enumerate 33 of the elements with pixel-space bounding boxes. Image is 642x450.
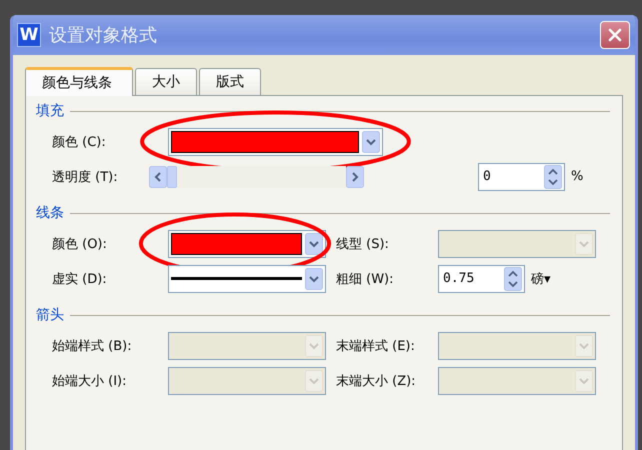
window-title: 设置对象格式: [49, 24, 158, 47]
left-arrow-button[interactable]: [148, 166, 167, 188]
color-dropdown[interactable]: [168, 230, 326, 258]
field-label: 颜色 (C):: [51, 134, 107, 150]
section-title: 箭头: [36, 306, 64, 324]
number-spinner[interactable]: 0: [478, 162, 566, 190]
right-arrow-button[interactable]: [346, 166, 364, 188]
close-icon: [607, 27, 623, 43]
tab[interactable]: 颜色与线条: [25, 67, 133, 96]
field-label: 末端大小 (Z):: [335, 372, 417, 390]
slider[interactable]: [148, 164, 364, 188]
unit-label: 磅▾: [531, 270, 551, 288]
unit-label: %: [571, 169, 584, 184]
field-label: 末端样式 (E):: [335, 338, 416, 354]
section-title: 线条: [36, 204, 64, 222]
field-label: 颜色 (O):: [51, 236, 108, 252]
app-logo: W: [17, 23, 41, 47]
slider-thumb[interactable]: [166, 166, 177, 188]
section-title: 填充: [36, 102, 64, 120]
close-button[interactable]: [600, 21, 630, 49]
tab[interactable]: 大小: [135, 68, 197, 95]
field-label: 粗细 (W):: [335, 270, 395, 288]
tab[interactable]: 版式: [199, 68, 261, 95]
field-label: 始端样式 (B):: [51, 338, 133, 354]
field-label: 虚实 (D):: [51, 270, 108, 288]
line-style-dropdown[interactable]: [168, 264, 326, 292]
spin-arrows-icon[interactable]: [544, 164, 562, 188]
field-label: 线型 (S):: [335, 236, 390, 252]
field-label: 透明度 (T):: [51, 168, 119, 186]
color-dropdown[interactable]: [168, 128, 383, 156]
spin-arrows-icon[interactable]: [504, 266, 522, 290]
number-spinner[interactable]: 0.75: [438, 264, 525, 292]
field-label: 始端大小 (I):: [51, 372, 128, 390]
